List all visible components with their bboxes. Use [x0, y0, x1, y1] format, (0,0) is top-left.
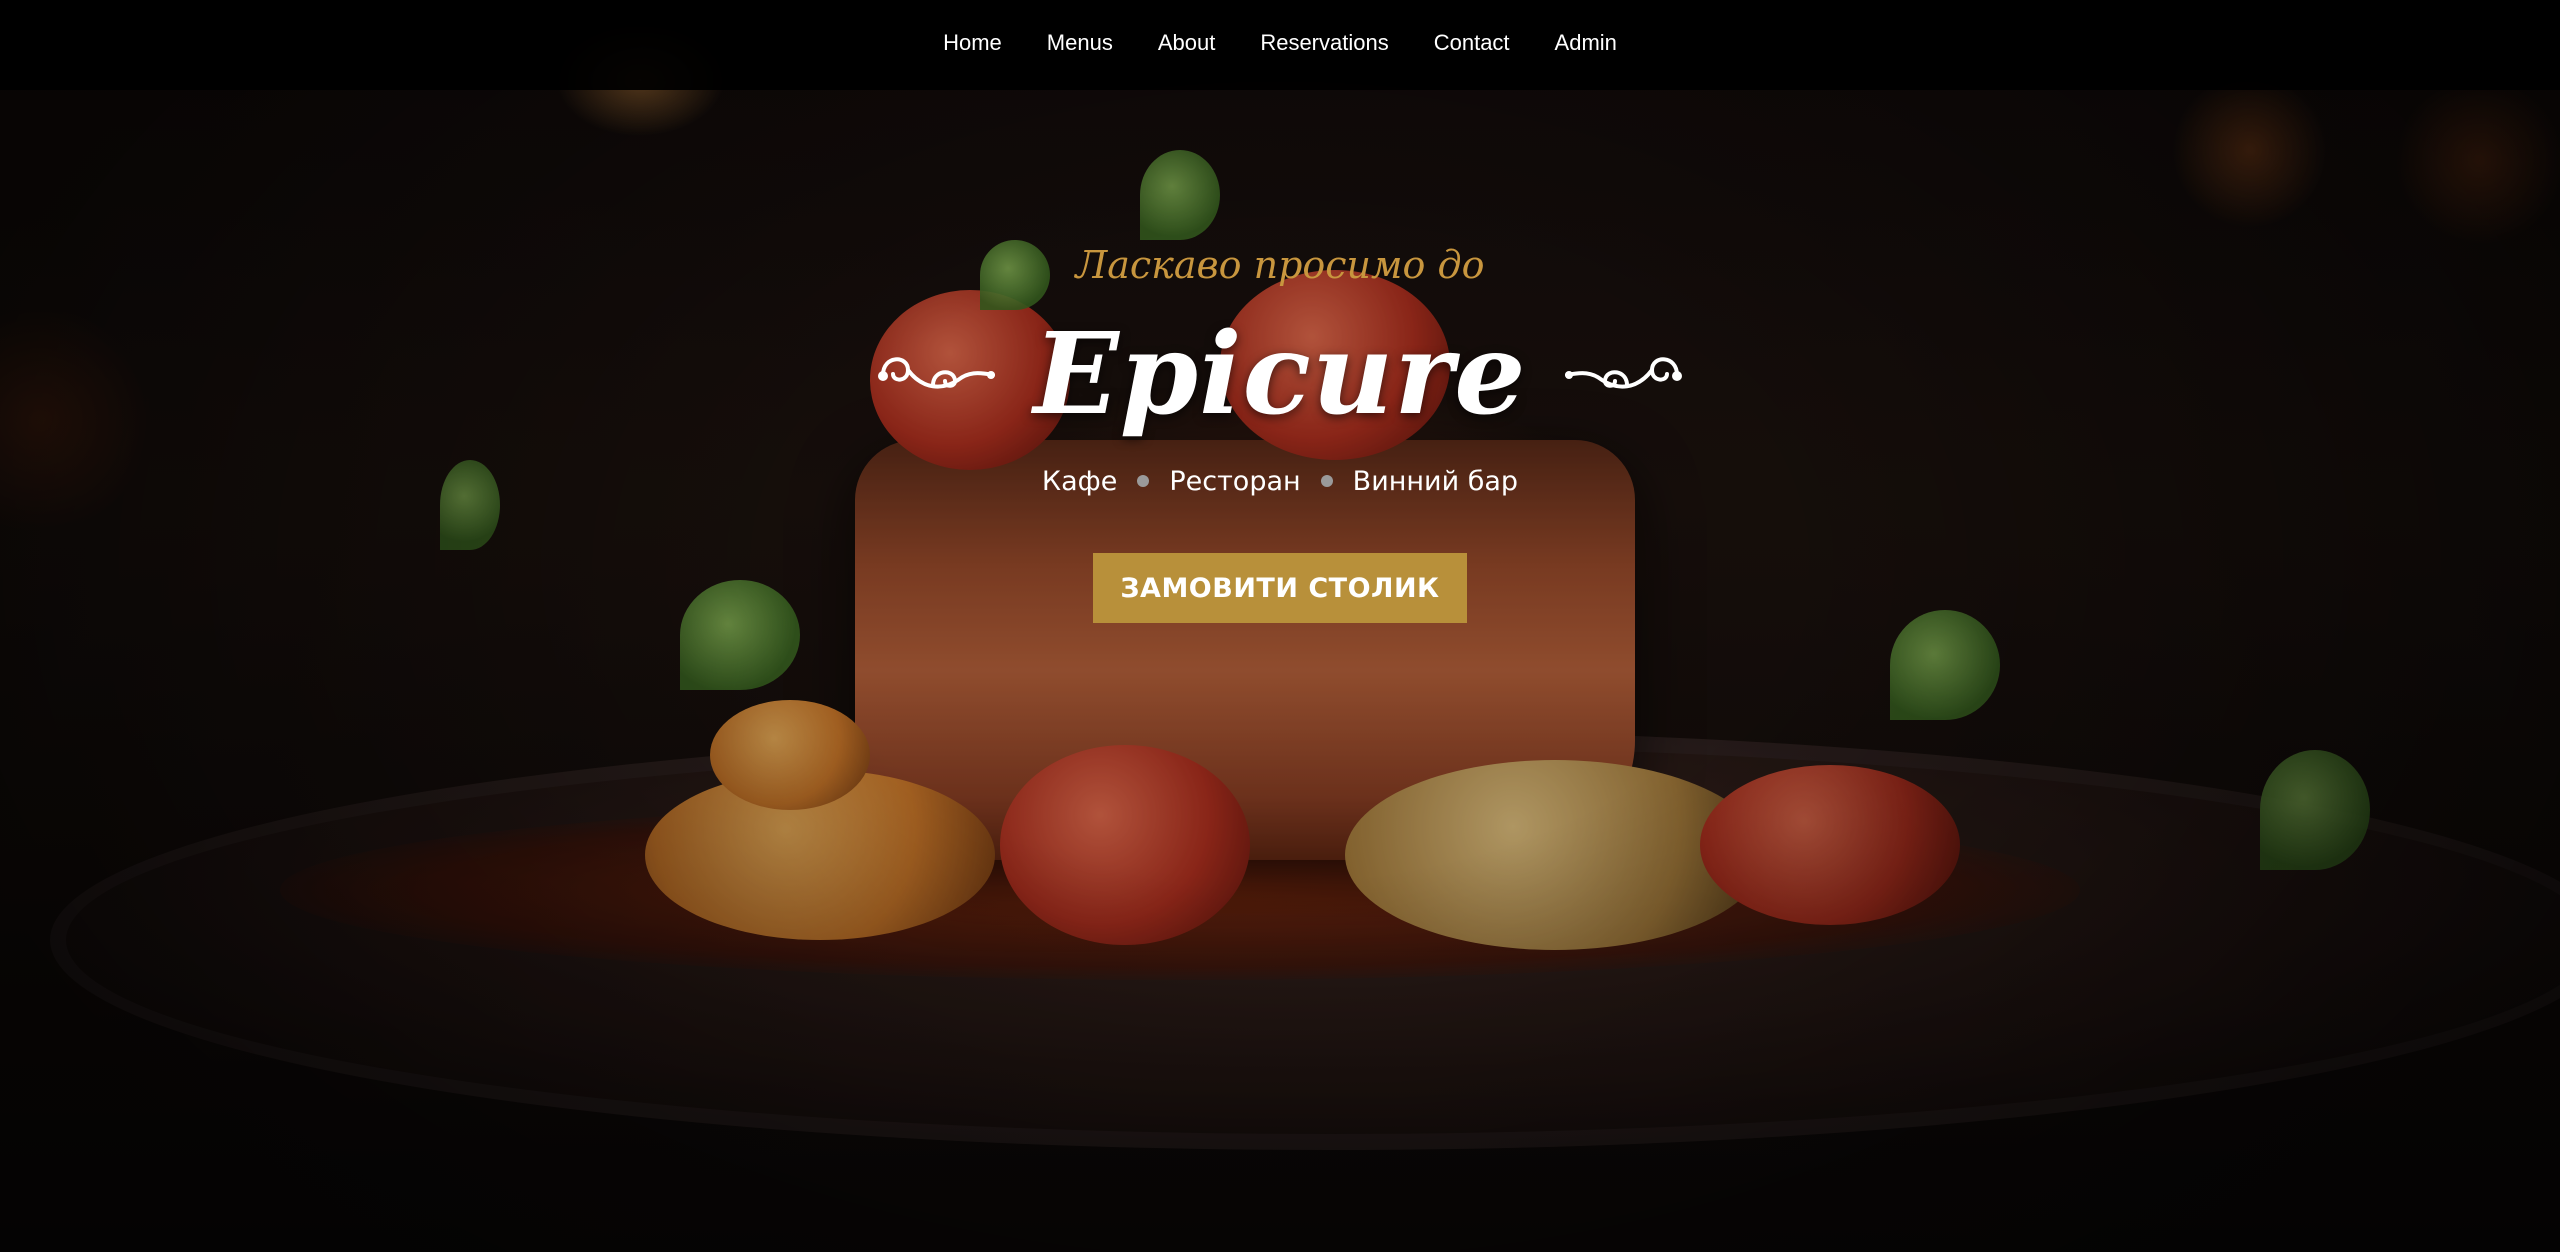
nav-link-admin[interactable]: Admin	[1555, 30, 1617, 56]
page: Home Menus About Reservations Contact Ad…	[0, 0, 2560, 1252]
swirl-ornament-icon	[1564, 357, 1682, 389]
nav-link-reservations[interactable]: Reservations	[1260, 30, 1388, 56]
nav-links: Home Menus About Reservations Contact Ad…	[943, 30, 1617, 56]
hero-section: Ласкаво просимо до Epicure Кафе Ресторан…	[0, 230, 2560, 623]
tagline: Кафе Ресторан Винний бар	[0, 456, 2560, 506]
cta-wrapper: ЗАМОВИТИ СТОЛИК	[0, 553, 2560, 623]
tagline-item-cafe: Кафе	[1041, 465, 1118, 497]
brand-row: Epicure	[0, 300, 2560, 450]
hero-vignette	[0, 0, 2560, 1252]
nav-link-menus[interactable]: Menus	[1047, 30, 1113, 56]
book-table-button[interactable]: ЗАМОВИТИ СТОЛИК	[1093, 553, 1467, 623]
nav-link-about[interactable]: About	[1158, 30, 1216, 56]
top-navbar: Home Menus About Reservations Contact Ad…	[0, 0, 2560, 90]
tagline-item-wine-bar: Винний бар	[1352, 465, 1519, 497]
tagline-item-restaurant: Ресторан	[1169, 465, 1301, 497]
dot-icon	[1137, 475, 1150, 487]
dot-icon	[1320, 475, 1333, 487]
nav-link-home[interactable]: Home	[943, 30, 1002, 56]
welcome-text: Ласкаво просимо до	[1075, 243, 1485, 287]
swirl-ornament-icon	[878, 357, 996, 389]
brand-title: Epicure	[1033, 309, 1527, 440]
nav-link-contact[interactable]: Contact	[1434, 30, 1510, 56]
